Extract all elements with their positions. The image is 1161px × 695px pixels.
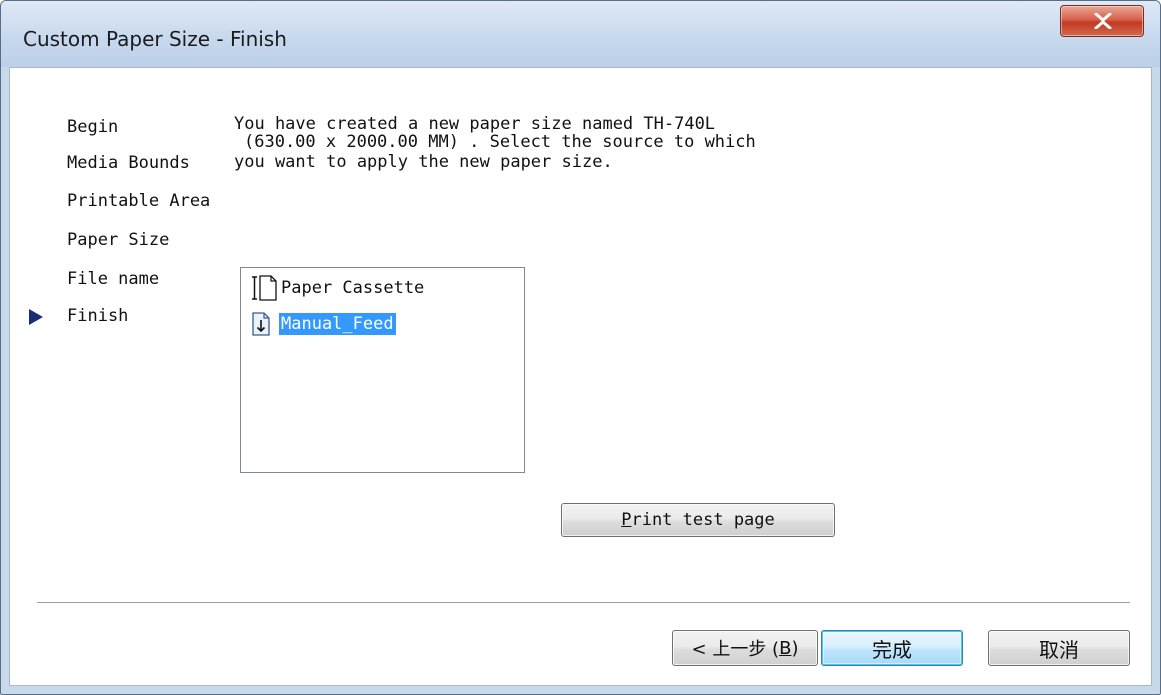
back-button-label: < 上一步 ( — [691, 639, 780, 660]
step-printable-area: Printable Area — [67, 191, 211, 211]
step-file-name: File name — [67, 269, 160, 289]
back-button[interactable]: < 上一步 (B) — [672, 630, 818, 666]
manual-feed-icon — [249, 310, 279, 338]
close-icon — [1094, 13, 1112, 29]
finish-button[interactable]: 完成 — [821, 630, 963, 666]
back-button-label-suffix: ) — [791, 637, 799, 659]
step-begin: Begin — [67, 117, 119, 137]
window-title: Custom Paper Size - Finish — [23, 27, 287, 51]
step-media-bounds: Media Bounds — [67, 153, 190, 173]
paper-source-list[interactable]: Paper Cassette Manual_Feed — [240, 267, 525, 473]
current-step-arrow-icon — [29, 309, 43, 325]
manual-feed-label: Manual_Feed — [279, 313, 396, 335]
paper-cassette-label: Paper Cassette — [281, 278, 425, 298]
close-button[interactable] — [1060, 5, 1144, 37]
footer-separator — [37, 602, 1130, 604]
step-paper-size: Paper Size — [67, 230, 170, 250]
list-item-paper-cassette[interactable]: Paper Cassette — [249, 274, 426, 302]
print-test-page-button[interactable]: Print test page — [561, 503, 835, 537]
paper-cassette-icon — [249, 274, 279, 302]
finish-button-label: 完成 — [872, 637, 912, 662]
title-bar[interactable]: Custom Paper Size - Finish — [1, 1, 1160, 67]
step-finish: Finish — [67, 306, 129, 326]
list-item-manual-feed[interactable]: Manual_Feed — [249, 310, 396, 338]
description-line-3: you want to apply the new paper size. — [234, 152, 613, 172]
description-line-2: (630.00 x 2000.00 MM) . Select the sourc… — [244, 132, 756, 152]
print-test-page-accelerator: P — [621, 510, 632, 530]
print-test-page-label: rint test page — [631, 510, 775, 530]
finish-description: You have created a new paper size named … — [234, 115, 894, 172]
custom-paper-size-dialog: Custom Paper Size - Finish Begin Media B… — [0, 0, 1161, 695]
cancel-button-label: 取消 — [1039, 637, 1079, 662]
back-button-accelerator: B — [779, 637, 792, 659]
cancel-button[interactable]: 取消 — [988, 630, 1130, 666]
